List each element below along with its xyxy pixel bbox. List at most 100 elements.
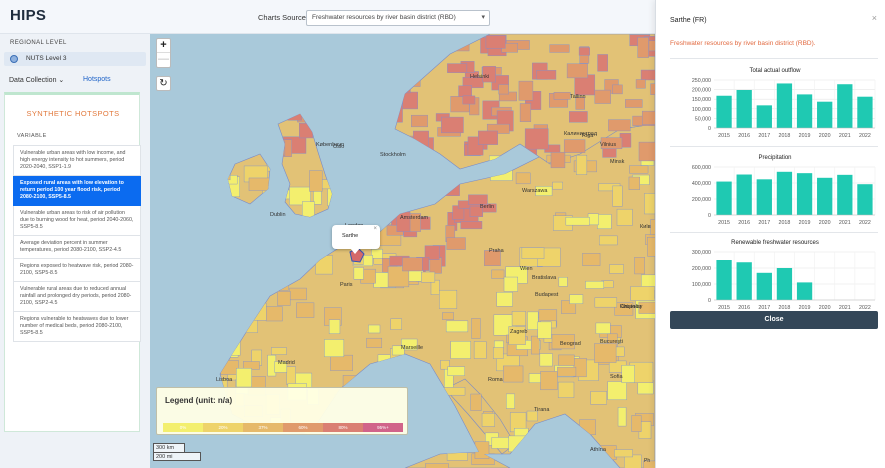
map-region-cell[interactable]	[204, 249, 226, 267]
map-region-cell[interactable]	[214, 349, 229, 361]
map-region-cell[interactable]	[631, 415, 642, 432]
map-region-cell[interactable]	[372, 71, 383, 80]
bar[interactable]	[837, 174, 853, 215]
map-region-cell[interactable]	[202, 231, 216, 243]
map-region-cell[interactable]	[265, 306, 283, 322]
charts-source-select[interactable]: Freshwater resources by river basin dist…	[306, 10, 490, 26]
map-region-cell[interactable]	[234, 114, 250, 130]
map-region-cell[interactable]	[188, 82, 208, 97]
map-region-cell[interactable]	[578, 47, 590, 56]
map-region-cell[interactable]	[219, 130, 232, 148]
map-region-cell[interactable]	[563, 139, 586, 153]
map-region-cell[interactable]	[158, 375, 171, 384]
map-region-cell[interactable]	[162, 101, 170, 108]
hotspot-item[interactable]: Exposed rural areas with low elevation t…	[13, 176, 141, 206]
map-region-cell[interactable]	[446, 237, 466, 250]
map-region-cell[interactable]	[250, 262, 270, 284]
close-button[interactable]: Close	[670, 311, 878, 329]
reset-view-button[interactable]: ↻	[156, 76, 171, 91]
map-region-cell[interactable]	[160, 182, 175, 190]
map-region-cell[interactable]	[390, 318, 402, 330]
map-region-cell[interactable]	[585, 280, 605, 289]
map-region-cell[interactable]	[227, 255, 250, 265]
map-region-cell[interactable]	[299, 122, 314, 139]
map-region-cell[interactable]	[222, 260, 243, 282]
map-region-cell[interactable]	[594, 297, 618, 308]
map-region-cell[interactable]	[366, 62, 378, 81]
hotspot-item[interactable]: Regions vulnerable to heatwaves due to l…	[13, 312, 141, 342]
map-region-cell[interactable]	[634, 257, 645, 275]
map-region-cell[interactable]	[179, 145, 190, 163]
map-region-cell[interactable]	[617, 407, 627, 427]
map-region-cell[interactable]	[460, 221, 483, 230]
map-region-cell[interactable]	[387, 160, 400, 176]
map-region-cell[interactable]	[506, 393, 515, 409]
map-region-cell[interactable]	[527, 311, 539, 331]
map-region-cell[interactable]	[635, 79, 646, 89]
map-region-cell[interactable]	[251, 440, 273, 452]
map-region-cell[interactable]	[614, 449, 633, 458]
map-region-cell[interactable]	[630, 286, 655, 301]
map-region-cell[interactable]	[321, 79, 343, 95]
map-region-cell[interactable]	[291, 53, 300, 63]
map-region-cell[interactable]	[393, 37, 406, 56]
map-region-cell[interactable]	[195, 187, 208, 205]
map-region-cell[interactable]	[287, 462, 312, 468]
map-region-cell[interactable]	[569, 111, 588, 123]
map-region-cell[interactable]	[324, 339, 345, 358]
close-icon[interactable]: ×	[872, 13, 877, 23]
map-region-cell[interactable]	[263, 218, 287, 232]
nuts-level-3-option[interactable]: NUTS Level 3	[4, 52, 146, 66]
map-region-cell[interactable]	[288, 245, 313, 266]
map-region-cell[interactable]	[420, 154, 439, 175]
map-region-cell[interactable]	[447, 366, 465, 376]
map-region-cell[interactable]	[368, 324, 381, 334]
map-region-cell[interactable]	[399, 56, 412, 68]
map-region-cell[interactable]	[350, 156, 370, 179]
map-region-cell[interactable]	[519, 103, 532, 122]
map-region-cell[interactable]	[248, 177, 271, 191]
map-region-cell[interactable]	[308, 60, 324, 74]
map-region-cell[interactable]	[478, 130, 498, 145]
map-region-cell[interactable]	[271, 445, 293, 464]
map-region-cell[interactable]	[154, 190, 167, 204]
map-region-cell[interactable]	[521, 247, 545, 259]
map-region-cell[interactable]	[296, 302, 315, 318]
map-region-cell[interactable]	[244, 451, 260, 467]
map-region-cell[interactable]	[330, 354, 353, 371]
map-region-cell[interactable]	[387, 136, 400, 145]
bar[interactable]	[756, 272, 772, 300]
bar[interactable]	[796, 282, 813, 300]
map-region-cell[interactable]	[198, 310, 221, 329]
map-region-cell[interactable]	[442, 312, 454, 320]
map-region-cell[interactable]	[308, 43, 327, 60]
map-region-cell[interactable]	[234, 50, 259, 58]
map-region-cell[interactable]	[582, 252, 601, 266]
map-region-cell[interactable]	[191, 43, 204, 59]
map-region-cell[interactable]	[565, 217, 590, 226]
map-region-cell[interactable]	[377, 354, 392, 371]
map-region-cell[interactable]	[361, 131, 374, 142]
map-region-cell[interactable]	[264, 443, 277, 456]
map-region-cell[interactable]	[211, 168, 228, 188]
map-region-cell[interactable]	[391, 194, 412, 202]
map-region-cell[interactable]	[324, 457, 340, 468]
map-region-cell[interactable]	[205, 123, 214, 142]
map-region-cell[interactable]	[394, 142, 418, 151]
map-region-cell[interactable]	[181, 356, 194, 364]
map-region-cell[interactable]	[203, 41, 211, 59]
map-region-cell[interactable]	[275, 98, 300, 108]
map-region-cell[interactable]	[594, 89, 611, 104]
map-region-cell[interactable]	[150, 245, 165, 263]
hotspot-item[interactable]: Vulnerable urban areas with low income, …	[13, 145, 141, 176]
map-region-cell[interactable]	[228, 293, 248, 315]
map-region-cell[interactable]	[616, 208, 633, 226]
map-region-cell[interactable]	[503, 276, 518, 292]
map-region-cell[interactable]	[286, 366, 296, 385]
map-view[interactable]: + — ↻ Oslo Stockholm Helsinki Tallinn Riga Kø…	[150, 34, 655, 468]
map-region-cell[interactable]	[515, 172, 531, 185]
map-region-cell[interactable]	[208, 139, 224, 159]
bar[interactable]	[736, 89, 752, 128]
map-region-cell[interactable]	[165, 295, 179, 308]
map-region-cell[interactable]	[184, 88, 199, 107]
